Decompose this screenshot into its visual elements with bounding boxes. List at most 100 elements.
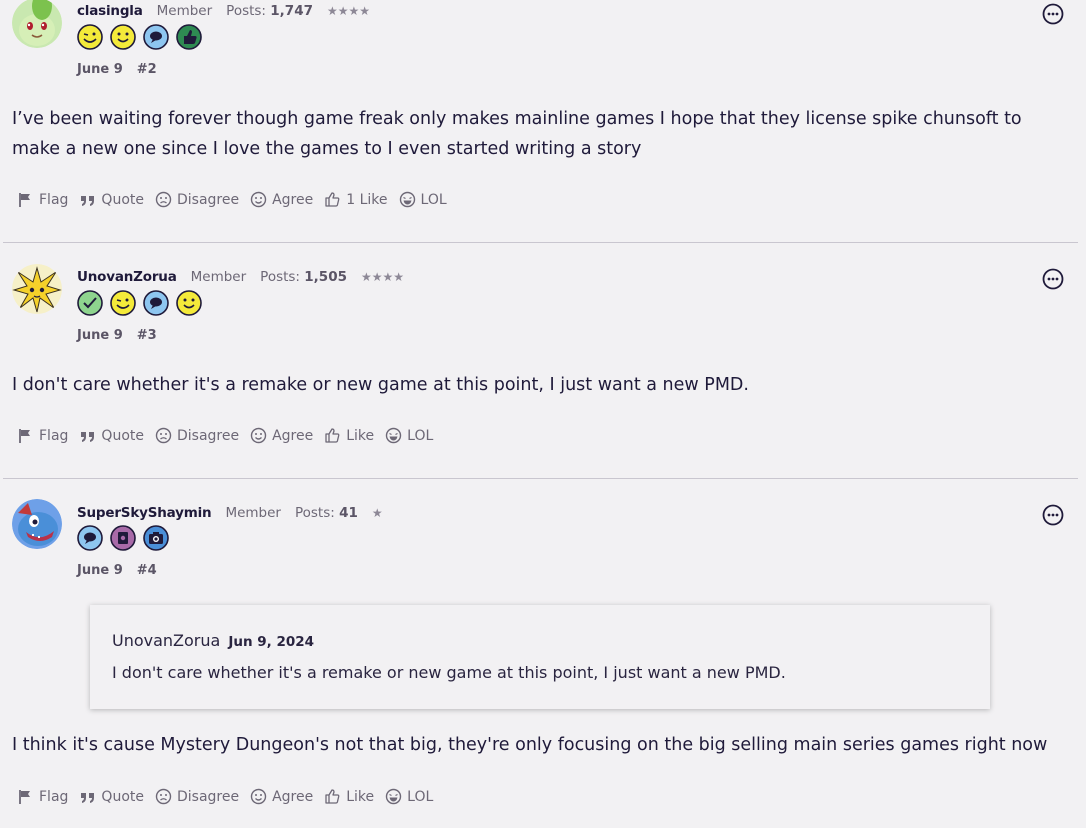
thumbs-up-icon: [325, 192, 340, 207]
disagree-button[interactable]: Disagree: [155, 427, 239, 444]
post-date[interactable]: June 9: [77, 62, 123, 77]
username[interactable]: SuperSkyShaymin: [77, 505, 212, 521]
like-button[interactable]: Like: [324, 427, 374, 444]
quote-header: UnovanZorua Jun 9, 2024: [112, 631, 314, 650]
smile-icon: [250, 191, 267, 208]
post-divider: [3, 478, 1078, 479]
wink-face-badge-icon[interactable]: [110, 290, 136, 316]
flag-label: Flag: [39, 191, 69, 208]
flag-icon: [19, 193, 30, 207]
flag-button[interactable]: Flag: [17, 427, 68, 444]
lol-button[interactable]: LOL: [385, 788, 433, 805]
username[interactable]: UnovanZorua: [77, 269, 177, 285]
speech-bubble-badge-icon[interactable]: [77, 525, 103, 551]
settings-badge-icon[interactable]: [110, 525, 136, 551]
trophy-badges: [77, 24, 202, 50]
thumbs-up-icon: [325, 789, 340, 804]
flag-label: Flag: [39, 788, 69, 805]
post-count-label: Posts:: [260, 269, 300, 285]
lol-label: LOL: [407, 427, 434, 444]
camera-badge-icon[interactable]: [143, 525, 169, 551]
avatar[interactable]: [12, 264, 62, 314]
more-options-icon[interactable]: [1042, 268, 1064, 290]
thumbs-up-badge-icon[interactable]: [176, 24, 202, 50]
quote-button[interactable]: Quote: [79, 788, 144, 805]
user-role: Member: [156, 3, 213, 19]
frown-icon: [155, 191, 172, 208]
avatar[interactable]: [12, 0, 62, 48]
post-date[interactable]: June 9: [77, 563, 123, 578]
lol-button[interactable]: LOL: [399, 191, 447, 208]
disagree-label: Disagree: [176, 427, 240, 444]
like-button[interactable]: 1 Like: [324, 191, 388, 208]
checkmark-badge-icon[interactable]: [77, 290, 103, 316]
quote-button[interactable]: Quote: [79, 427, 144, 444]
post-body: I’ve been waiting forever though game fr…: [12, 109, 1022, 159]
post-number[interactable]: #3: [137, 328, 157, 343]
quote-icon: [81, 196, 95, 206]
laugh-icon: [399, 191, 415, 208]
quote-date[interactable]: Jun 9, 2024: [228, 634, 314, 650]
flag-label: Flag: [39, 427, 69, 444]
post-divider: [3, 242, 1078, 243]
more-options-icon[interactable]: [1042, 504, 1064, 526]
speech-bubble-badge-icon[interactable]: [143, 290, 169, 316]
trophy-badges: [77, 525, 169, 551]
rank-stars: ★★★★: [360, 270, 405, 284]
avatar[interactable]: [12, 499, 62, 549]
laugh-icon: [385, 788, 402, 805]
post-count: Posts: 41: [295, 505, 358, 521]
user-meta: SuperSkyShaymin Member Posts: 41 ★: [77, 505, 383, 521]
user-role: Member: [225, 505, 281, 521]
agree-label: Agree: [272, 191, 314, 208]
quote-label: Quote: [101, 191, 144, 208]
disagree-button[interactable]: Disagree: [155, 788, 239, 805]
post-number[interactable]: #4: [137, 563, 157, 578]
disagree-button[interactable]: Disagree: [155, 191, 239, 208]
smile-face-badge-icon[interactable]: [110, 24, 136, 50]
smile-face-badge-icon[interactable]: [176, 290, 202, 316]
wink-face-badge-icon[interactable]: [77, 24, 103, 50]
agree-button[interactable]: Agree: [250, 427, 313, 444]
username[interactable]: clasingla: [77, 3, 143, 19]
flag-button[interactable]: Flag: [17, 788, 68, 805]
post-date-line: June 9 #2: [77, 62, 157, 77]
post-number[interactable]: #2: [137, 62, 157, 77]
flag-icon: [19, 790, 30, 804]
speech-bubble-badge-icon[interactable]: [143, 24, 169, 50]
more-options-icon[interactable]: [1042, 3, 1064, 25]
smile-icon: [250, 427, 267, 444]
post-date-line: June 9 #3: [77, 328, 157, 343]
lol-button[interactable]: LOL: [385, 427, 433, 444]
laugh-icon: [385, 427, 402, 444]
post-count-value: 1,747: [270, 3, 313, 19]
disagree-label: Disagree: [176, 191, 240, 208]
user-meta: UnovanZorua Member Posts: 1,505 ★★★★: [77, 269, 404, 285]
frown-icon: [155, 427, 172, 444]
post-date-line: June 9 #4: [77, 563, 157, 578]
agree-button[interactable]: Agree: [250, 191, 313, 208]
post-count: Posts: 1,505: [260, 269, 347, 285]
like-label: 1 Like: [346, 191, 388, 208]
post-date[interactable]: June 9: [77, 328, 123, 343]
user-role: Member: [190, 269, 247, 285]
frown-icon: [155, 788, 172, 805]
trophy-badges: [77, 290, 202, 316]
flag-button[interactable]: Flag: [17, 191, 68, 208]
rank-stars: ★: [371, 506, 383, 520]
lol-label: LOL: [420, 191, 447, 208]
agree-label: Agree: [272, 427, 314, 444]
like-label: Like: [346, 788, 375, 805]
post-actions: Flag Quote Disagree Agree Like LOL: [17, 788, 444, 805]
post-body: I don't care whether it's a remake or ne…: [12, 375, 749, 395]
quote-icon: [81, 432, 95, 442]
quote-button[interactable]: Quote: [79, 191, 144, 208]
agree-label: Agree: [272, 788, 314, 805]
quote-author[interactable]: UnovanZorua: [112, 631, 220, 650]
agree-button[interactable]: Agree: [250, 788, 313, 805]
quoted-post[interactable]: UnovanZorua Jun 9, 2024 I don't care whet…: [90, 605, 990, 709]
like-label: Like: [346, 427, 375, 444]
post-count-label: Posts:: [294, 505, 335, 521]
like-button[interactable]: Like: [324, 788, 374, 805]
quote-label: Quote: [101, 788, 144, 805]
